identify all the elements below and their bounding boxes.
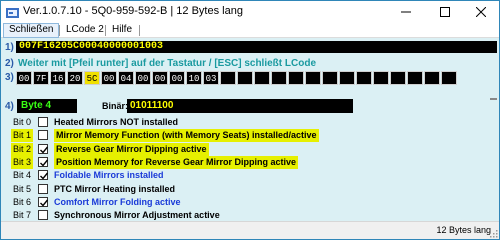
byte-cell[interactable] xyxy=(390,71,406,85)
byte-cell[interactable]: 00 xyxy=(152,71,168,85)
app-window: Ver.1.0.7.10 - 5Q0-959-592-B | 12 Bytes … xyxy=(0,0,500,240)
bit-label: Bit 1 xyxy=(11,129,34,142)
checkmark-icon xyxy=(40,172,49,180)
status-text: 12 Bytes lang xyxy=(436,225,491,235)
bit-label: Bit 2 xyxy=(11,143,34,156)
byte-cell[interactable] xyxy=(424,71,440,85)
row-number-4: 4) xyxy=(5,101,14,112)
byte-cell[interactable] xyxy=(441,71,457,85)
binary-value: 01011100 xyxy=(127,99,353,113)
byte-cell[interactable]: 16 xyxy=(50,71,66,85)
byte-cell[interactable]: 00 xyxy=(169,71,185,85)
byte-cell[interactable] xyxy=(373,71,389,85)
byte-cell[interactable]: 04 xyxy=(118,71,134,85)
byte-cell[interactable]: 10 xyxy=(186,71,202,85)
bit-checkbox[interactable] xyxy=(38,197,49,207)
bit-description: Heated Mirrors NOT installed xyxy=(54,117,179,127)
status-bar: 12 Bytes lang xyxy=(1,221,499,239)
collapse-icon[interactable] xyxy=(490,98,497,100)
menu-bar: Schließen LCode 2 Hilfe xyxy=(1,23,499,38)
byte-cell[interactable]: 00 xyxy=(16,71,32,85)
byte-cell[interactable] xyxy=(407,71,423,85)
bit-row: Bit 4 Foldable Mirrors installed xyxy=(11,169,311,182)
bit-row: Bit 1 Mirror Memory Function (with Memory… xyxy=(11,129,319,142)
keyboard-hint: Weiter mit [Pfeil runter] auf der Tastat… xyxy=(18,58,317,69)
bit-label: Bit 4 xyxy=(13,170,32,180)
close-button[interactable] xyxy=(465,1,497,23)
byte-cell[interactable] xyxy=(322,71,338,85)
bit-row: Bit 6 Comfort Mirror Folding active xyxy=(11,196,311,209)
window-title: Ver.1.0.7.10 - 5Q0-959-592-B | 12 Bytes … xyxy=(23,5,243,17)
menu-separator xyxy=(105,25,106,36)
menu-schliessen[interactable]: Schließen xyxy=(3,23,60,38)
lcode-input[interactable]: 007F16205C00040000001003 xyxy=(16,41,497,53)
byte-cell[interactable]: 03 xyxy=(203,71,219,85)
bit-checkbox[interactable] xyxy=(38,117,48,127)
maximize-icon xyxy=(440,7,450,17)
bit-checkbox[interactable] xyxy=(38,144,49,154)
menu-hilfe[interactable]: Hilfe xyxy=(107,23,137,38)
bit-row: Bit 2 Reverse Gear Mirror Dipping active xyxy=(11,143,311,156)
app-icon xyxy=(6,6,19,18)
bit-description: Comfort Mirror Folding active xyxy=(54,197,181,207)
bit-label: Bit 3 xyxy=(11,156,34,169)
menu-separator xyxy=(139,25,140,36)
title-bar[interactable]: Ver.1.0.7.10 - 5Q0-959-592-B | 12 Bytes … xyxy=(1,1,499,23)
byte-cell[interactable] xyxy=(305,71,321,85)
bit-description: Foldable Mirrors installed xyxy=(54,170,164,180)
byte-cell[interactable]: 20 xyxy=(67,71,83,85)
checkmark-icon xyxy=(40,159,49,167)
byte-cell[interactable]: 00 xyxy=(135,71,151,85)
row-number-1: 1) xyxy=(5,42,14,53)
bit-row: Bit 5 PTC Mirror Heating installed xyxy=(11,183,311,196)
minimize-icon xyxy=(401,11,411,13)
byte-cell[interactable]: 00 xyxy=(101,71,117,85)
row-number-3: 3) xyxy=(5,72,14,83)
byte-cell[interactable] xyxy=(220,71,236,85)
bit-checkbox[interactable] xyxy=(38,170,49,180)
byte-cell[interactable] xyxy=(288,71,304,85)
bit-row: Bit 3 Position Memory for Reverse Gear Mi… xyxy=(11,156,311,169)
byte-indicator: Byte 4 xyxy=(17,99,77,113)
byte-cell[interactable] xyxy=(254,71,270,85)
bit-checkbox[interactable] xyxy=(38,130,48,140)
minimize-button[interactable] xyxy=(390,1,422,23)
menu-separator xyxy=(59,25,60,36)
byte-cell[interactable] xyxy=(339,71,355,85)
resize-grip-icon[interactable] xyxy=(490,230,498,238)
binary-label: Binär: xyxy=(102,101,129,111)
checkmark-icon xyxy=(40,199,49,207)
checkmark-icon xyxy=(40,146,49,154)
bit-checkbox[interactable] xyxy=(38,157,49,167)
byte-cell[interactable] xyxy=(237,71,253,85)
bit-description: Reverse Gear Mirror Dipping active xyxy=(54,143,209,156)
bit-label: Bit 5 xyxy=(13,184,32,194)
byte-cell[interactable]: 7F xyxy=(33,71,49,85)
close-icon xyxy=(476,7,486,17)
bit-row: Bit 0 Heated Mirrors NOT installed xyxy=(11,116,311,129)
bit-checkbox[interactable] xyxy=(38,184,48,194)
row-number-2: 2) xyxy=(5,58,14,69)
byte-cell[interactable] xyxy=(356,71,372,85)
maximize-button[interactable] xyxy=(429,1,461,23)
byte-cell[interactable]: 5C xyxy=(84,71,100,85)
bit-label: Bit 0 xyxy=(13,117,32,127)
bit-description: PTC Mirror Heating installed xyxy=(54,184,176,194)
byte-cell[interactable] xyxy=(271,71,287,85)
bit-label: Bit 6 xyxy=(13,197,32,207)
menu-lcode2[interactable]: LCode 2 xyxy=(61,23,109,38)
bit-checkbox[interactable] xyxy=(38,210,48,220)
bit-description: Position Memory for Reverse Gear Mirror … xyxy=(54,156,299,169)
bit-description: Mirror Memory Function (with Memory Seat… xyxy=(54,129,319,142)
